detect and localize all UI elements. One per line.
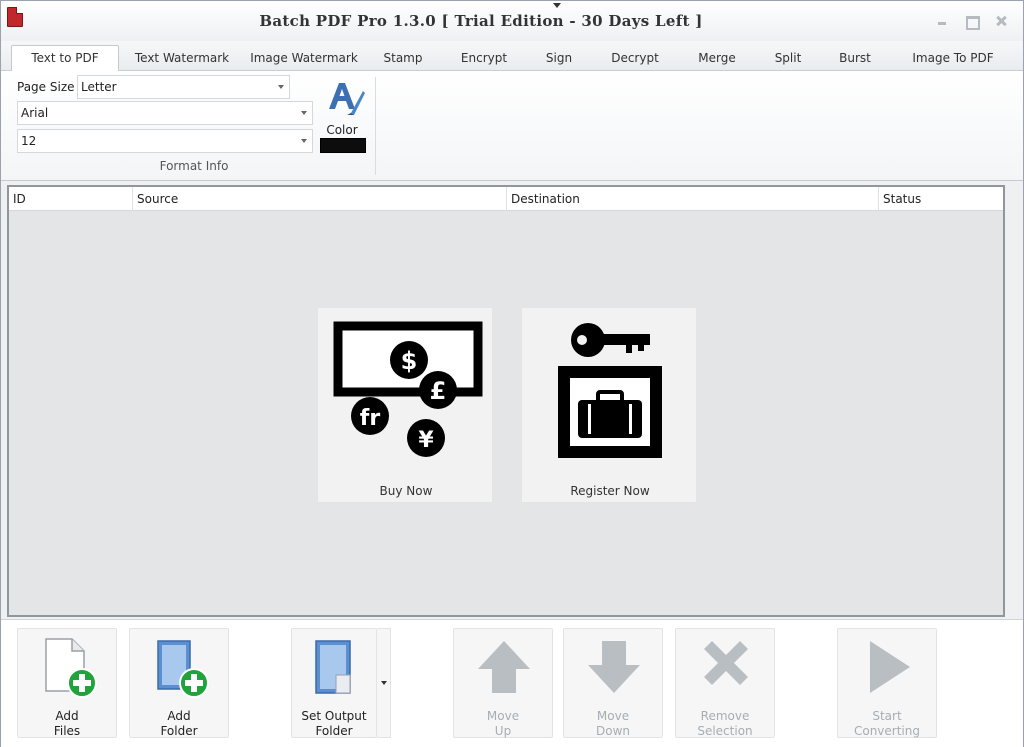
arrow-up-icon xyxy=(478,641,530,693)
window-title: Batch PDF Pro 1.3.0 [ Trial Edition - 30… xyxy=(259,12,703,30)
arrow-down-icon xyxy=(588,641,640,693)
svg-text:£: £ xyxy=(430,377,447,405)
file-list[interactable]: ID Source Destination Status $ £ fr ¥ Bu… xyxy=(7,185,1005,617)
bottom-toolbar: Add Files Add Folder Set Output Folder M… xyxy=(1,619,1023,747)
money-icon: $ £ fr ¥ xyxy=(333,321,483,457)
quick-access-caret-icon[interactable] xyxy=(553,3,561,8)
move-up-button[interactable]: Move Up xyxy=(453,628,553,738)
add-folder-button[interactable]: Add Folder xyxy=(129,628,229,738)
tab-image-watermark[interactable]: Image Watermark xyxy=(243,48,365,70)
output-options-dropdown[interactable] xyxy=(377,628,391,738)
start-converting-button[interactable]: Start Converting xyxy=(837,628,937,738)
chevron-down-icon[interactable] xyxy=(301,139,307,143)
move-down-button[interactable]: Move Down xyxy=(563,628,663,738)
add-folder-label: Add Folder xyxy=(160,709,198,738)
buy-now-label: Buy Now xyxy=(379,484,433,498)
register-now-tile[interactable]: Register Now xyxy=(521,307,697,503)
page-size-select[interactable]: Letter xyxy=(77,75,290,99)
remove-selection-label: Remove Selection xyxy=(697,709,753,738)
svg-text:$: $ xyxy=(401,347,418,375)
move-down-label: Move Down xyxy=(595,709,630,738)
tab-encrypt[interactable]: Encrypt xyxy=(447,48,521,70)
set-output-folder-button[interactable]: Set Output Folder xyxy=(291,628,377,738)
ribbon-tabs: Text to PDF Text Watermark Image Waterma… xyxy=(1,41,1023,72)
ribbon-panel: Page Size Letter Arial 12 Color Format I… xyxy=(1,71,1023,181)
close-icon[interactable] xyxy=(994,15,1008,27)
tab-text-to-pdf[interactable]: Text to PDF xyxy=(11,45,119,72)
column-header-status[interactable]: Status xyxy=(879,187,1003,211)
tab-decrypt[interactable]: Decrypt xyxy=(597,48,673,70)
font-select[interactable]: Arial xyxy=(17,101,313,125)
minimize-icon[interactable] xyxy=(935,15,949,27)
start-converting-label: Start Converting xyxy=(853,709,920,738)
page-size-label: Page Size xyxy=(17,80,75,94)
color-swatch[interactable] xyxy=(320,138,366,153)
add-file-icon xyxy=(45,638,97,698)
key-briefcase-icon xyxy=(558,323,662,458)
add-folder-icon xyxy=(157,640,209,698)
tab-split[interactable]: Split xyxy=(761,48,815,70)
remove-selection-button[interactable]: Remove Selection xyxy=(675,628,775,738)
column-header-destination[interactable]: Destination xyxy=(507,187,879,211)
tab-burst[interactable]: Burst xyxy=(825,48,885,70)
title-bar[interactable]: Batch PDF Pro 1.3.0 [ Trial Edition - 30… xyxy=(1,1,1023,41)
page-size-value: Letter xyxy=(81,80,117,94)
tab-merge[interactable]: Merge xyxy=(681,48,753,70)
column-header-id[interactable]: ID xyxy=(9,187,133,211)
svg-text:fr: fr xyxy=(360,406,381,431)
add-files-label: Add Files xyxy=(53,709,81,738)
output-folder-icon xyxy=(315,640,351,694)
font-color-icon xyxy=(329,83,365,115)
font-size-value: 12 xyxy=(21,134,37,148)
register-now-label: Register Now xyxy=(570,484,650,498)
color-label: Color xyxy=(326,123,358,137)
play-icon xyxy=(870,641,910,693)
tab-stamp[interactable]: Stamp xyxy=(367,48,439,70)
buy-now-tile[interactable]: $ £ fr ¥ Buy Now xyxy=(317,307,493,503)
move-up-label: Move Up xyxy=(486,709,520,738)
tab-text-watermark[interactable]: Text Watermark xyxy=(123,48,241,70)
column-header-source[interactable]: Source xyxy=(133,187,507,211)
format-info-group-label: Format Info xyxy=(159,159,229,173)
tab-sign[interactable]: Sign xyxy=(529,48,589,70)
chevron-down-icon[interactable] xyxy=(278,85,284,89)
add-files-button[interactable]: Add Files xyxy=(17,628,117,738)
list-header: ID Source Destination Status xyxy=(9,187,1003,211)
pdf-app-icon[interactable] xyxy=(7,7,23,27)
color-button[interactable]: Color xyxy=(319,77,367,155)
tab-image-to-pdf[interactable]: Image To PDF xyxy=(897,48,1009,70)
app-window: Batch PDF Pro 1.3.0 [ Trial Edition - 30… xyxy=(0,0,1024,747)
set-output-folder-label: Set Output Folder xyxy=(301,709,367,738)
remove-x-icon xyxy=(704,641,748,685)
svg-text:¥: ¥ xyxy=(418,428,434,453)
group-divider xyxy=(375,77,376,175)
chevron-down-icon[interactable] xyxy=(301,111,307,115)
maximize-icon[interactable] xyxy=(964,15,980,30)
font-value: Arial xyxy=(21,106,49,120)
font-size-select[interactable]: 12 xyxy=(17,129,313,153)
